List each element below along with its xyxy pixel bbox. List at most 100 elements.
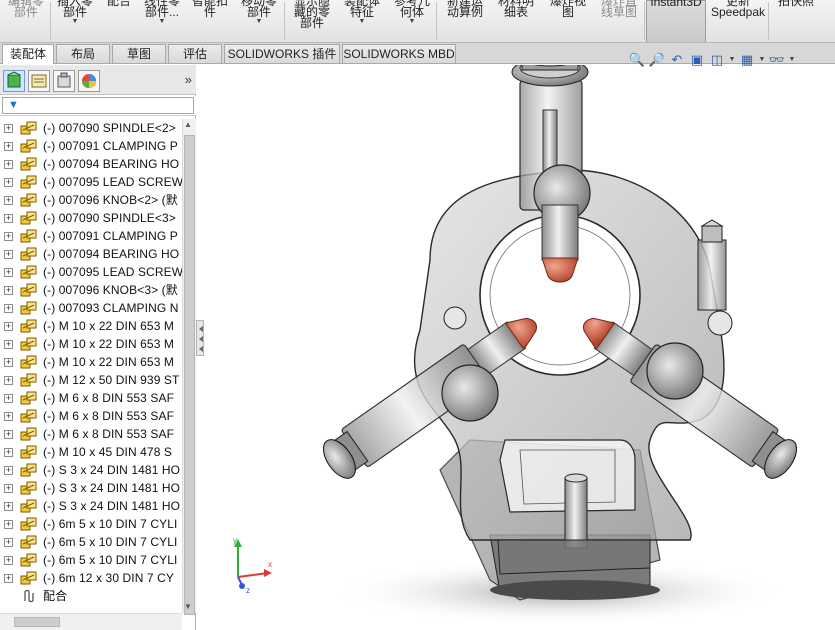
tree-item-mates[interactable]: 配合 [0, 587, 182, 605]
ribbon-button[interactable]: 配合 [102, 0, 136, 42]
view-orientation-dropdown-icon[interactable]: ▼ [728, 51, 736, 69]
ribbon-button[interactable]: 拍快照 [774, 0, 818, 42]
ribbon-button[interactable]: 移动零 部件 ▼ [236, 0, 282, 42]
scroll-down-icon[interactable]: ▼ [184, 602, 192, 611]
dropdown-arrow-icon[interactable]: ▼ [159, 18, 166, 26]
display-style-icon[interactable]: ▦ [738, 51, 756, 69]
tab-assembly[interactable]: 装配体 [2, 44, 54, 64]
dropdown-arrow-icon[interactable]: ▼ [359, 18, 366, 26]
hide-show-items-icon[interactable]: 👓 [768, 51, 786, 69]
ribbon-button[interactable]: 爆炸视 图 [545, 0, 591, 42]
filter-icon[interactable]: ▼ [8, 99, 19, 111]
ribbon-button[interactable]: Instant3D [646, 0, 706, 42]
tree-item[interactable]: + (-) 007091 CLAMPING P [0, 137, 182, 155]
expand-plus-icon[interactable]: + [4, 358, 13, 367]
expand-plus-icon[interactable]: + [4, 430, 13, 439]
scroll-thumb[interactable] [184, 135, 195, 615]
tree-item[interactable]: + (-) M 10 x 22 DIN 653 M [0, 353, 182, 371]
ribbon-button[interactable]: 装配体 特征 ▼ [340, 0, 384, 42]
expand-plus-icon[interactable]: + [4, 304, 13, 313]
configuration-manager-tab[interactable] [53, 70, 75, 92]
expand-plus-icon[interactable]: + [4, 448, 13, 457]
tab-solidworks-addins[interactable]: SOLIDWORKS 插件 [224, 44, 340, 63]
expand-plus-icon[interactable]: + [4, 214, 13, 223]
zoom-to-area-icon[interactable]: 🔎 [648, 51, 666, 69]
expand-plus-icon[interactable]: + [4, 376, 13, 385]
tree-item[interactable]: + (-) 6m 5 x 10 DIN 7 CYLI [0, 515, 182, 533]
expand-plus-icon[interactable]: + [4, 286, 13, 295]
tab-sketch[interactable]: 草图 [112, 44, 166, 63]
scroll-up-icon[interactable]: ▲ [184, 120, 192, 129]
ribbon-button[interactable]: 显示隐 藏的零 部件 [288, 0, 336, 42]
expand-plus-icon[interactable]: + [4, 232, 13, 241]
hide-show-dropdown-icon[interactable]: ▼ [788, 51, 796, 69]
assembly-model[interactable] [204, 65, 835, 630]
filter-input[interactable]: ▼ [2, 97, 194, 114]
dropdown-arrow-icon[interactable]: ▼ [72, 18, 79, 26]
tree-item[interactable]: + (-) 007094 BEARING HO [0, 245, 182, 263]
expand-plus-icon[interactable]: + [4, 412, 13, 421]
expand-plus-icon[interactable]: + [4, 196, 13, 205]
horizontal-scroll-thumb[interactable] [14, 617, 60, 627]
expand-plus-icon[interactable]: + [4, 574, 13, 583]
ribbon-button[interactable]: 更新 Speedpak [710, 0, 766, 42]
expand-plus-icon[interactable]: + [4, 538, 13, 547]
tree-item[interactable]: + (-) 6m 5 x 10 DIN 7 CYLI [0, 533, 182, 551]
tab-layout[interactable]: 布局 [56, 44, 110, 63]
tree-item[interactable]: + (-) 007095 LEAD SCREW [0, 173, 182, 191]
expand-plus-icon[interactable]: + [4, 160, 13, 169]
expand-plus-icon[interactable]: + [4, 340, 13, 349]
tree-item[interactable]: + (-) S 3 x 24 DIN 1481 HO [0, 479, 182, 497]
tab-evaluate[interactable]: 评估 [168, 44, 222, 63]
zoom-to-fit-icon[interactable]: 🔍 [628, 51, 646, 69]
section-view-icon[interactable]: ▣ [688, 51, 706, 69]
ribbon-button[interactable]: 编辑零 部件 [4, 0, 48, 42]
expand-plus-icon[interactable]: + [4, 556, 13, 565]
tree-item[interactable]: + (-) 6m 12 x 30 DIN 7 CY [0, 569, 182, 587]
tree-item[interactable]: + (-) 007090 SPINDLE<3> [0, 209, 182, 227]
expand-plus-icon[interactable]: + [4, 124, 13, 133]
ribbon-button[interactable]: 材料明 细表 [493, 0, 539, 42]
expand-plus-icon[interactable]: + [4, 178, 13, 187]
expand-plus-icon[interactable]: + [4, 394, 13, 403]
expand-panel-icon[interactable]: » [185, 72, 192, 87]
tree-item[interactable]: + (-) 007096 KNOB<2> (默 [0, 191, 182, 209]
tree-item[interactable]: + (-) M 10 x 22 DIN 653 M [0, 335, 182, 353]
dropdown-arrow-icon[interactable]: ▼ [256, 18, 263, 26]
tree-item[interactable]: + (-) S 3 x 24 DIN 1481 HO [0, 461, 182, 479]
tree-horizontal-scrollbar[interactable] [0, 613, 182, 630]
tree-item[interactable]: + (-) 6m 5 x 10 DIN 7 CYLI [0, 551, 182, 569]
tree-item[interactable]: + (-) M 12 x 50 DIN 939 ST [0, 371, 182, 389]
ribbon-button[interactable]: 线性零 部件... ▼ [140, 0, 184, 42]
tree-item[interactable]: + (-) 007095 LEAD SCREW [0, 263, 182, 281]
expand-plus-icon[interactable]: + [4, 250, 13, 259]
expand-plus-icon[interactable]: + [4, 466, 13, 475]
tree-item[interactable]: + (-) S 3 x 24 DIN 1481 HO [0, 497, 182, 515]
property-manager-tab[interactable] [28, 70, 50, 92]
ribbon-button[interactable]: 新建运 动算例 [442, 0, 488, 42]
tree-item[interactable]: + (-) 007096 KNOB<3> (默 [0, 281, 182, 299]
ribbon-button[interactable]: 插入零 部件 ▼ [52, 0, 98, 42]
tree-item[interactable]: + (-) 007094 BEARING HO [0, 155, 182, 173]
expand-plus-icon[interactable]: + [4, 268, 13, 277]
panel-splitter[interactable] [196, 320, 204, 356]
ribbon-button[interactable]: 爆炸直 线草图 [596, 0, 642, 42]
ribbon-button[interactable]: 智能扣 件 [188, 0, 232, 42]
ribbon-button[interactable]: 参考几 何体 ▼ [390, 0, 434, 42]
tree-item[interactable]: + (-) M 10 x 22 DIN 653 M [0, 317, 182, 335]
graphics-viewport[interactable]: y x z [204, 65, 835, 630]
display-style-dropdown-icon[interactable]: ▼ [758, 51, 766, 69]
previous-view-icon[interactable]: ↶ [668, 51, 686, 69]
tree-item[interactable]: + (-) 007090 SPINDLE<2> [0, 119, 182, 137]
expand-plus-icon[interactable]: + [4, 322, 13, 331]
expand-plus-icon[interactable]: + [4, 142, 13, 151]
expand-plus-icon[interactable]: + [4, 484, 13, 493]
tree-item[interactable]: + (-) M 6 x 8 DIN 553 SAF [0, 389, 182, 407]
tree-item[interactable]: + (-) M 10 x 45 DIN 478 S [0, 443, 182, 461]
tree-item[interactable]: + (-) M 6 x 8 DIN 553 SAF [0, 425, 182, 443]
display-manager-tab[interactable] [78, 70, 100, 92]
tree-item[interactable]: + (-) 007091 CLAMPING P [0, 227, 182, 245]
dropdown-arrow-icon[interactable]: ▼ [409, 18, 416, 26]
tree-item[interactable]: + (-) M 6 x 8 DIN 553 SAF [0, 407, 182, 425]
tree-item[interactable]: + (-) 007093 CLAMPING N [0, 299, 182, 317]
